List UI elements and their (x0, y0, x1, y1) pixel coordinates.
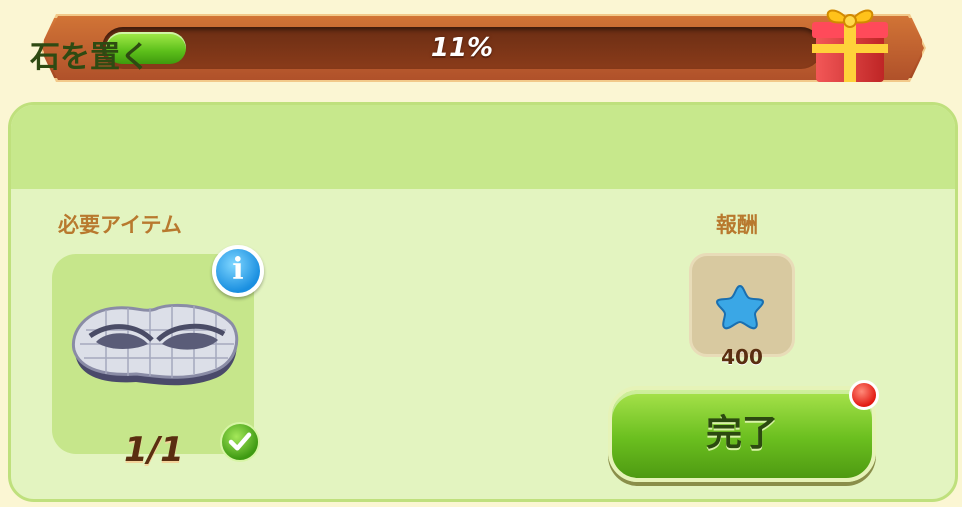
blue-star-icon (715, 284, 765, 330)
item-count: 1/1 (124, 430, 184, 470)
stone-mosaic-icon (71, 303, 239, 386)
task-title: 石を置く (30, 40, 150, 75)
notification-dot (849, 380, 879, 410)
info-button[interactable]: i (212, 245, 264, 297)
progress-percent: 11% (430, 33, 494, 63)
gift-box-icon[interactable] (808, 0, 892, 86)
complete-button[interactable]: 完了 (608, 386, 876, 482)
checkmark-icon (220, 422, 260, 462)
task-panel-header (11, 105, 955, 189)
info-icon: i (232, 252, 244, 287)
reward-label: 報酬 (716, 213, 758, 237)
reward-amount: 400 (721, 345, 763, 369)
required-items-label: 必要アイテム (58, 213, 182, 237)
